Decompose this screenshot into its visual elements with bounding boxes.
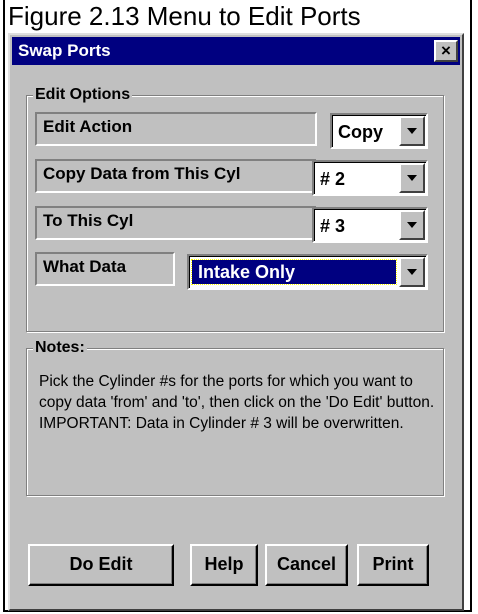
edit-action-label: Edit Action: [35, 112, 317, 146]
figure-caption: Figure 2.13 Menu to Edit Ports: [8, 1, 361, 31]
notes-group: Notes: Pick the Cylinder #s for the port…: [26, 339, 444, 496]
notes-legend: Notes:: [33, 339, 87, 357]
print-button[interactable]: Print: [357, 544, 429, 586]
help-button[interactable]: Help: [190, 544, 258, 586]
edit-action-select[interactable]: Copy: [330, 113, 428, 149]
chevron-down-icon[interactable]: [399, 163, 425, 193]
cancel-button[interactable]: Cancel: [265, 544, 348, 586]
window-title: Swap Ports: [18, 41, 111, 60]
notes-text: Pick the Cylinder #s for the ports for w…: [39, 373, 435, 432]
edit-options-legend: Edit Options: [33, 86, 133, 104]
close-button[interactable]: ×: [434, 40, 458, 62]
edit-options-group: Edit Options Edit Action Copy Copy Data …: [26, 86, 444, 332]
copy-from-label: Copy Data from This Cyl: [35, 159, 317, 193]
chevron-down-icon[interactable]: [399, 210, 425, 240]
copy-from-value: # 2: [320, 169, 346, 189]
chevron-down-icon[interactable]: [399, 116, 425, 146]
swap-ports-dialog: Swap Ports × Edit Options Edit Action Co…: [8, 33, 464, 611]
chevron-down-icon[interactable]: [399, 257, 425, 287]
what-data-value: Intake Only: [191, 259, 397, 285]
to-cyl-value: # 3: [320, 216, 346, 236]
close-icon: ×: [441, 41, 451, 60]
what-data-select[interactable]: Intake Only: [187, 254, 428, 290]
to-cyl-select[interactable]: # 3: [312, 207, 428, 243]
to-cyl-label: To This Cyl: [35, 206, 317, 240]
title-bar[interactable]: Swap Ports ×: [12, 37, 460, 65]
copy-from-select[interactable]: # 2: [312, 160, 428, 196]
what-data-label: What Data: [35, 252, 175, 286]
edit-action-value: Copy: [338, 122, 383, 142]
do-edit-button[interactable]: Do Edit: [28, 544, 174, 586]
